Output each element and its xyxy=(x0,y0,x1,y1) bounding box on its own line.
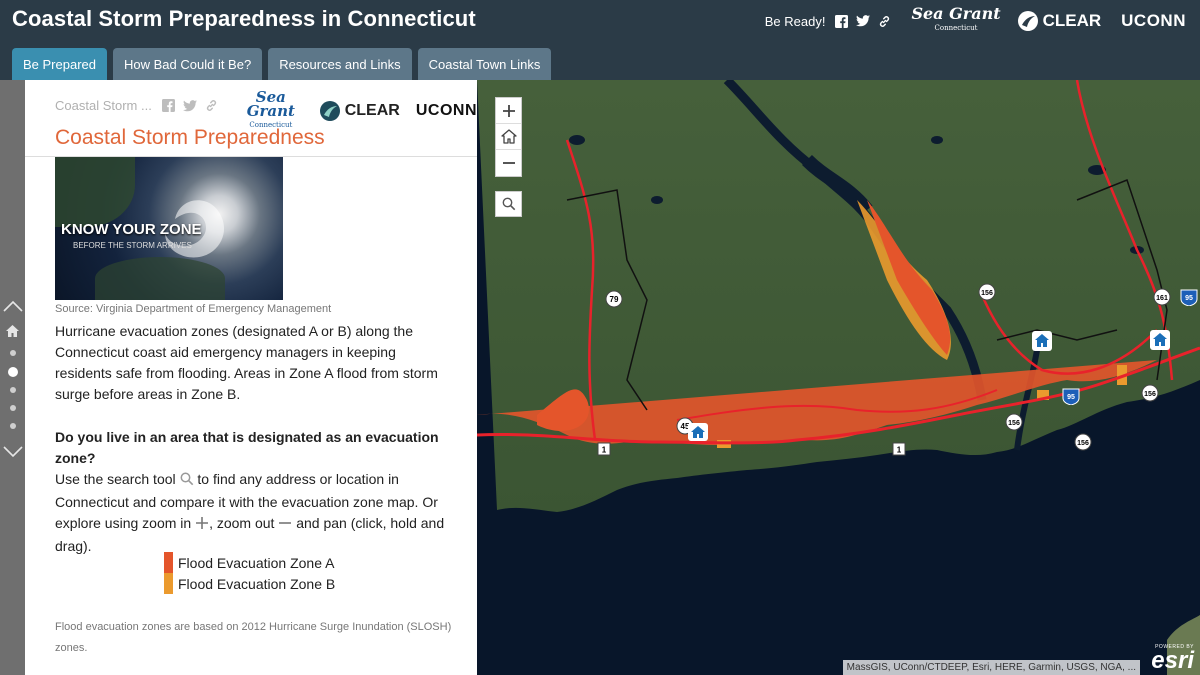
sea-grant-logo[interactable]: Sea Grant Connecticut xyxy=(911,6,1000,35)
interstate-shield: 95 xyxy=(1180,289,1198,306)
shelter-home-icon[interactable] xyxy=(687,422,709,442)
route-shield: 156 xyxy=(1005,413,1023,431)
legend-label-zone-b: Flood Evacuation Zone B xyxy=(178,575,336,592)
map-legend: Flood Evacuation Zone A Flood Evacuation… xyxy=(164,552,335,594)
interstate-shield: 95 xyxy=(1062,388,1080,405)
app-header: Coastal Storm Preparedness in Connecticu… xyxy=(0,0,1200,80)
panel-mini-title: Coastal Storm ... xyxy=(55,98,152,113)
route-shield-label: 1 xyxy=(897,446,902,455)
evacuation-question: Do you live in an area that is designate… xyxy=(55,429,439,466)
map-attribution[interactable]: MassGIS, UConn/CTDEEP, Esri, HERE, Garmi… xyxy=(842,660,1140,675)
esri-logo[interactable]: POWERED BY esri xyxy=(1151,644,1194,673)
uconn-logo[interactable]: UCONN xyxy=(1121,11,1186,31)
tab-coastal-town-links[interactable]: Coastal Town Links xyxy=(417,48,552,80)
route-shield: 1 xyxy=(597,442,611,456)
chevron-up-icon[interactable] xyxy=(0,300,25,312)
route-shield-label: 156 xyxy=(1077,440,1089,447)
zoom-in-button[interactable] xyxy=(496,98,521,124)
facebook-icon[interactable] xyxy=(162,99,175,117)
rail-dot[interactable] xyxy=(0,405,25,411)
route-shield-label: 156 xyxy=(1144,391,1156,398)
home-icon xyxy=(500,129,517,144)
share-icons xyxy=(835,14,891,28)
instructions-part-3: , zoom out xyxy=(209,515,275,531)
plus-icon xyxy=(502,104,515,117)
header-actions: Be Ready! Sea Grant Connecticut CLEAR UC… xyxy=(765,6,1186,36)
tab-resources-and-links[interactable]: Resources and Links xyxy=(268,48,412,80)
legend-swatch-zone-a xyxy=(164,552,173,573)
route-shield-label: 1 xyxy=(602,446,607,455)
tab-bar: Be Prepared How Bad Could it Be? Resourc… xyxy=(12,48,552,80)
sea-grant-logo-subtext: Connecticut xyxy=(934,24,978,32)
route-shield: 79 xyxy=(605,290,623,308)
route-shield: 156 xyxy=(1141,384,1159,402)
link-icon[interactable] xyxy=(878,15,891,28)
search-icon xyxy=(180,471,194,492)
home-icon[interactable] xyxy=(0,325,25,337)
legend-item-zone-a: Flood Evacuation Zone A xyxy=(164,552,335,573)
shelter-home-icon[interactable] xyxy=(1149,329,1171,351)
instructions-part-1: Use the search tool xyxy=(55,471,176,487)
twitter-icon[interactable] xyxy=(183,99,197,117)
route-shield: 156 xyxy=(978,283,996,301)
facebook-icon[interactable] xyxy=(835,14,849,28)
app-title: Coastal Storm Preparedness in Connecticu… xyxy=(12,6,476,31)
route-shield: 161 xyxy=(1153,288,1171,306)
link-icon[interactable] xyxy=(205,99,218,117)
default-extent-button[interactable] xyxy=(496,124,521,150)
route-shield-label: 156 xyxy=(981,290,993,297)
rail-dot[interactable] xyxy=(0,423,25,429)
hero-title: KNOW YOUR ZONE xyxy=(61,221,202,238)
shelter-home-icon[interactable] xyxy=(1031,330,1053,352)
section-navigation-rail xyxy=(0,80,25,675)
legend-label-zone-a: Flood Evacuation Zone A xyxy=(178,554,335,571)
route-shield-label: 79 xyxy=(610,295,619,304)
clear-logo-text: CLEAR xyxy=(1042,11,1102,30)
intro-paragraph: Hurricane evacuation zones (designated A… xyxy=(55,323,438,402)
search-icon xyxy=(502,197,515,211)
rail-dot[interactable] xyxy=(0,387,25,393)
clear-logo-icon xyxy=(319,101,340,121)
zoom-controls xyxy=(495,97,522,177)
tab-how-bad-could-it-be[interactable]: How Bad Could it Be? xyxy=(113,48,263,80)
route-shield: 1 xyxy=(892,442,906,456)
hero-subtitle: BEFORE THE STORM ARRIVES xyxy=(73,241,192,250)
tab-be-prepared[interactable]: Be Prepared xyxy=(12,48,107,80)
footnote: Flood evacuation zones are based on 2012… xyxy=(55,621,452,654)
map-search-button[interactable] xyxy=(495,191,522,217)
be-ready-label: Be Ready! xyxy=(764,13,826,29)
section-title: Coastal Storm Preparedness xyxy=(55,126,325,149)
zoom-out-button[interactable] xyxy=(496,150,521,176)
clear-logo-text: CLEAR xyxy=(344,102,400,119)
route-shield-label: 156 xyxy=(1008,420,1020,427)
clear-logo-icon xyxy=(1017,11,1038,31)
chevron-down-icon[interactable] xyxy=(0,446,25,458)
plus-icon xyxy=(195,515,209,536)
minus-icon xyxy=(502,162,515,164)
route-shield-label: 95 xyxy=(1185,295,1193,302)
route-shield-label: 161 xyxy=(1156,295,1168,302)
panel-share-icons xyxy=(162,99,218,117)
twitter-icon[interactable] xyxy=(856,15,871,27)
rail-dot[interactable] xyxy=(0,350,25,356)
route-shield-label: 95 xyxy=(1067,394,1075,401)
sea-grant-logo-text: Sea Grant xyxy=(246,88,295,120)
clear-logo[interactable]: CLEAR xyxy=(319,100,400,122)
esri-wordmark: esri xyxy=(1151,647,1194,674)
rail-dot-active[interactable] xyxy=(0,367,25,377)
route-shield: 156 xyxy=(1074,433,1092,451)
panel-header: Coastal Storm ... Sea Grant Connecticut … xyxy=(25,80,477,157)
map-imagery xyxy=(477,80,1200,675)
know-your-zone-image: KNOW YOUR ZONE BEFORE THE STORM ARRIVES xyxy=(55,157,283,300)
legend-swatch-zone-b xyxy=(164,573,173,594)
clear-logo[interactable]: CLEAR xyxy=(1017,10,1102,32)
evacuation-zone-map[interactable]: 79 156 161 95 45 95 156 156 156 1 1 Mass… xyxy=(477,80,1200,675)
minus-icon xyxy=(278,515,292,536)
instructions-paragraph: Use the search tool to find any address … xyxy=(55,469,455,557)
image-source: Source: Virginia Department of Emergency… xyxy=(55,303,332,315)
legend-item-zone-b: Flood Evacuation Zone B xyxy=(164,573,335,594)
uconn-logo[interactable]: UCONN xyxy=(416,102,477,120)
story-panel: Coastal Storm ... Sea Grant Connecticut … xyxy=(25,80,477,675)
